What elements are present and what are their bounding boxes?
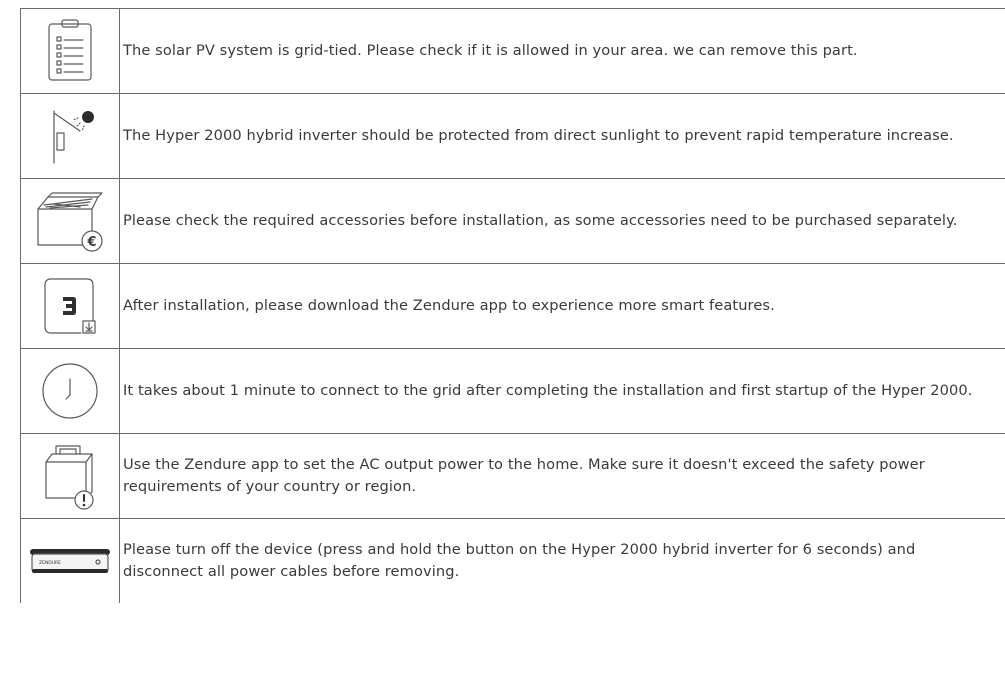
row-text-cell: The solar PV system is grid-tied. Please… [120, 9, 1005, 93]
device-brand-label: ZENDURE [39, 560, 61, 566]
row-text: The solar PV system is grid-tied. Please… [123, 42, 858, 59]
icon-cell: € [21, 179, 120, 263]
row-text-cell: After installation, please download the … [120, 264, 1005, 348]
row-text: The Hyper 2000 hybrid inverter should be… [123, 127, 954, 144]
row-text: Use the Zendure app to set the AC output… [123, 456, 925, 495]
table-row: It takes about 1 minute to connect to th… [20, 348, 1005, 433]
row-text-cell: Use the Zendure app to set the AC output… [120, 434, 1005, 518]
table-row: The solar PV system is grid-tied. Please… [20, 8, 1005, 93]
icon-cell: ZENDURE [21, 519, 120, 603]
hyper-2000-device-icon: ZENDURE [30, 549, 110, 573]
row-text: After installation, please download the … [123, 297, 775, 314]
icon-cell [21, 349, 120, 433]
notes-table: The solar PV system is grid-tied. Please… [20, 8, 1005, 603]
icon-cell [21, 9, 120, 93]
table-row: € Please check the required accessories … [20, 178, 1005, 263]
sun-wall-shade-icon [53, 110, 94, 164]
icon-cell [21, 434, 120, 518]
clock-icon [42, 363, 98, 419]
box-euro-icon: € [37, 192, 103, 252]
icon-cell [21, 264, 120, 348]
svg-text:€: € [86, 235, 96, 250]
zendure-app-download-icon [44, 278, 96, 334]
row-text-cell: Please turn off the device (press and ho… [120, 519, 1005, 603]
icon-cell [21, 94, 120, 178]
row-text: It takes about 1 minute to connect to th… [123, 382, 973, 399]
table-row: The Hyper 2000 hybrid inverter should be… [20, 93, 1005, 178]
row-text: Please turn off the device (press and ho… [123, 541, 916, 580]
checklist-clipboard-icon [48, 19, 92, 81]
table-row: After installation, please download the … [20, 263, 1005, 348]
row-text-cell: Please check the required accessories be… [120, 179, 1005, 263]
table-row: ZENDURE Please turn off the device (pres… [20, 518, 1005, 603]
table-row: Use the Zendure app to set the AC output… [20, 433, 1005, 518]
row-text-cell: The Hyper 2000 hybrid inverter should be… [120, 94, 1005, 178]
inverter-warning-icon [45, 445, 94, 510]
row-text: Please check the required accessories be… [123, 212, 958, 229]
row-text-cell: It takes about 1 minute to connect to th… [120, 349, 1005, 433]
